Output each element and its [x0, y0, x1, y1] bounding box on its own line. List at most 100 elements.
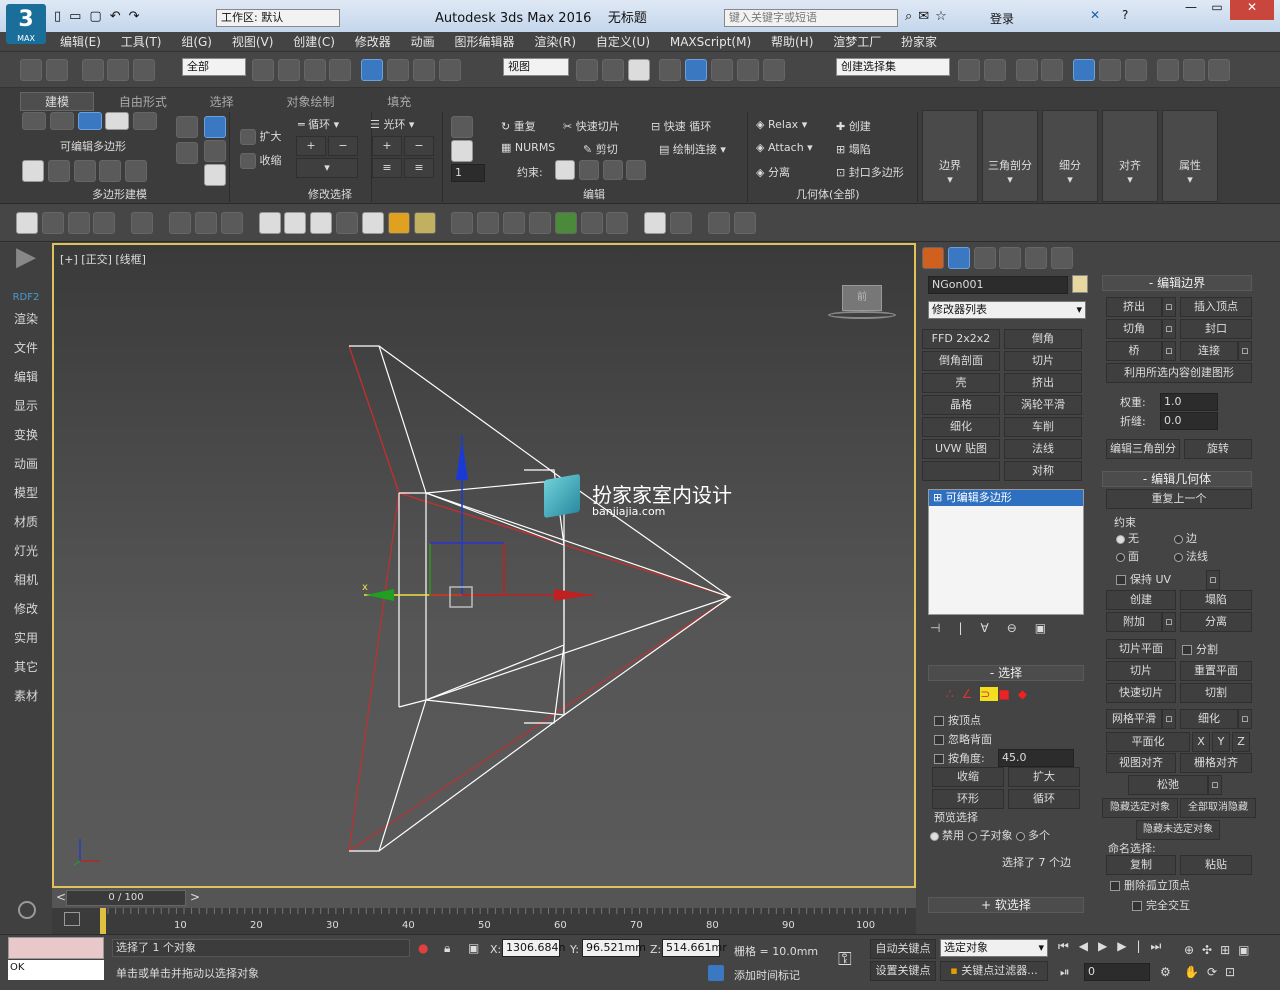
view-align-button[interactable]: 视图对齐: [1106, 753, 1176, 773]
ngon-wireframe[interactable]: x: [54, 245, 914, 886]
coord-y-field[interactable]: 96.521mm: [582, 939, 646, 957]
next-mod-icon[interactable]: [47, 160, 70, 182]
split-checkbox[interactable]: 分割: [1182, 641, 1218, 657]
ref-coord-select[interactable]: 视图: [503, 58, 569, 76]
gear-icon[interactable]: [528, 212, 551, 234]
mod-bevel-profile-button[interactable]: 倒角剖面: [922, 351, 1000, 371]
edit-named-sel-icon[interactable]: [762, 59, 785, 81]
probe-icon[interactable]: [503, 212, 526, 234]
rotate-icon[interactable]: [387, 59, 410, 81]
redo-icon[interactable]: [45, 59, 68, 81]
align-icon[interactable]: [983, 59, 1006, 81]
track-icon[interactable]: [64, 912, 80, 926]
shrink-button[interactable]: 收缩: [240, 152, 282, 169]
help-icon[interactable]: ?: [1122, 8, 1128, 22]
list-icon[interactable]: [67, 212, 90, 234]
quickslice-button[interactable]: ✂ 快速切片: [563, 118, 620, 134]
unlink-icon[interactable]: [107, 59, 130, 81]
planarize-z-button[interactable]: Z: [1232, 732, 1250, 752]
power-icon[interactable]: [18, 901, 36, 919]
render-icon[interactable]: [41, 212, 64, 234]
left-item-material[interactable]: 材质: [0, 508, 52, 537]
mod-empty-button[interactable]: [922, 461, 1000, 481]
menu-modifiers[interactable]: 修改器: [347, 32, 399, 52]
use-soft-icon[interactable]: [204, 116, 226, 138]
viewport-nav-icons[interactable]: ⊕✣⊞▣ ✋⟳⊡: [1184, 939, 1274, 983]
render-frame-icon[interactable]: [1208, 59, 1231, 81]
utilities-tab-icon[interactable]: [1051, 247, 1074, 269]
ox-icon[interactable]: [606, 212, 629, 234]
track-bar[interactable]: 10 20 30 40 50 60 70 80 90 100: [52, 908, 916, 934]
weight-field[interactable]: 1.0: [1160, 393, 1218, 411]
auto-key-button[interactable]: 自动关键点: [870, 939, 936, 959]
vray-icon[interactable]: [220, 212, 243, 234]
unhide-all-button[interactable]: 全部取消隐藏: [1180, 798, 1256, 818]
angle-snap-icon[interactable]: [685, 59, 708, 81]
use-stack-icon[interactable]: [204, 140, 226, 162]
viewport-front[interactable]: [+] [正交] [线框] x 扮家家室内设计 banjiajia.com 前: [52, 243, 916, 888]
ring-grow-button[interactable]: +: [372, 136, 402, 156]
border-connect-settings[interactable]: ▫: [1238, 341, 1252, 361]
abs-mode-icon[interactable]: ▣: [468, 941, 479, 955]
layer-explorer-icon[interactable]: [1015, 59, 1038, 81]
nurms-button[interactable]: ▦ NURMS: [501, 141, 555, 154]
plane-icon[interactable]: [258, 212, 281, 234]
tab-selection[interactable]: 选择: [192, 93, 252, 110]
border-bridge-settings[interactable]: ▫: [1162, 341, 1176, 361]
left-item-camera[interactable]: 相机: [0, 566, 52, 595]
isolate-icon[interactable]: ●: [418, 941, 428, 955]
repeat-last-button[interactable]: 重复上一个: [1106, 489, 1252, 509]
window-controls[interactable]: — ▭ ✕: [1178, 0, 1278, 20]
molecule-icon[interactable]: [477, 212, 500, 234]
maxscript-mini-listener[interactable]: OK: [8, 960, 104, 980]
select-by-name-icon[interactable]: [277, 59, 300, 81]
relax-button2[interactable]: 松弛: [1128, 775, 1208, 795]
menu-maxscript[interactable]: MAXScript(M): [662, 32, 759, 52]
left-item-display[interactable]: 显示: [0, 392, 52, 421]
planarize-button[interactable]: 平面化: [1106, 732, 1190, 752]
copy-button[interactable]: 复制: [1106, 855, 1176, 875]
mod-uvw-button[interactable]: UVW 贴图: [922, 439, 1000, 459]
modsel-group-label[interactable]: 修改选择: [308, 186, 352, 202]
hide-selected-button[interactable]: 隐藏选定对象: [1102, 798, 1178, 818]
ball-icon[interactable]: [644, 212, 667, 234]
create-tab-icon[interactable]: [922, 247, 944, 269]
border-mode-icon[interactable]: [77, 112, 102, 130]
cut-button[interactable]: ✎ 剪切: [583, 141, 618, 157]
hierarchy-tab-icon[interactable]: [973, 247, 996, 269]
attach-button[interactable]: ◈ Attach ▾: [756, 141, 813, 154]
tab-object-paint[interactable]: 对象绘制: [255, 93, 365, 110]
left-item-render[interactable]: 渲染: [0, 305, 52, 334]
sphere-half-icon[interactable]: [194, 212, 217, 234]
ring-button[interactable]: ☰ 光环 ▾: [370, 116, 414, 132]
geom-attach-button[interactable]: 附加: [1106, 612, 1162, 632]
insert-vertex-button[interactable]: 插入顶点: [1180, 297, 1252, 317]
tessellate-settings[interactable]: ▫: [1238, 709, 1252, 729]
edit-tri-button[interactable]: 编辑三角剖分: [1106, 439, 1180, 459]
window-crossing-icon[interactable]: [329, 59, 352, 81]
next-frame-icon[interactable]: >: [190, 890, 200, 904]
mirror-icon[interactable]: [958, 59, 980, 81]
key-icon[interactable]: ⚿: [838, 949, 852, 970]
menu-rendering[interactable]: 渲染(R): [526, 32, 584, 52]
constraint-face-radio[interactable]: 面: [1116, 548, 1139, 564]
layers-icon[interactable]: [1041, 59, 1064, 81]
mod-symmetry-button[interactable]: 对称: [1004, 461, 1082, 481]
quick-access-icons[interactable]: ▯▭▢↶↷: [54, 9, 148, 24]
stack-tool-icons[interactable]: ⊣|∀⊖▣: [930, 621, 1064, 635]
show-end-icon[interactable]: [73, 160, 96, 182]
slice-button[interactable]: 切片: [1106, 661, 1176, 681]
menu-edit[interactable]: 编辑(E): [52, 32, 109, 52]
motion-tab-icon[interactable]: [999, 247, 1022, 269]
bind-spacewarp-icon[interactable]: [133, 59, 156, 81]
mod-normal-button[interactable]: 法线: [1004, 439, 1082, 459]
turn-button[interactable]: 旋转: [1184, 439, 1252, 459]
sphere-icon[interactable]: [310, 212, 333, 234]
mod-tessellate-button[interactable]: 细化: [922, 417, 1000, 437]
ring-mode2-button[interactable]: ≡: [404, 158, 434, 178]
border-extrude-settings[interactable]: ▫: [1162, 297, 1176, 317]
loop-shrink-button[interactable]: −: [328, 136, 358, 156]
border-cap-button[interactable]: 封口: [1180, 319, 1252, 339]
border-bridge-button[interactable]: 桥: [1106, 341, 1162, 361]
soft-selection-rollout-header[interactable]: + 软选择: [928, 897, 1084, 913]
